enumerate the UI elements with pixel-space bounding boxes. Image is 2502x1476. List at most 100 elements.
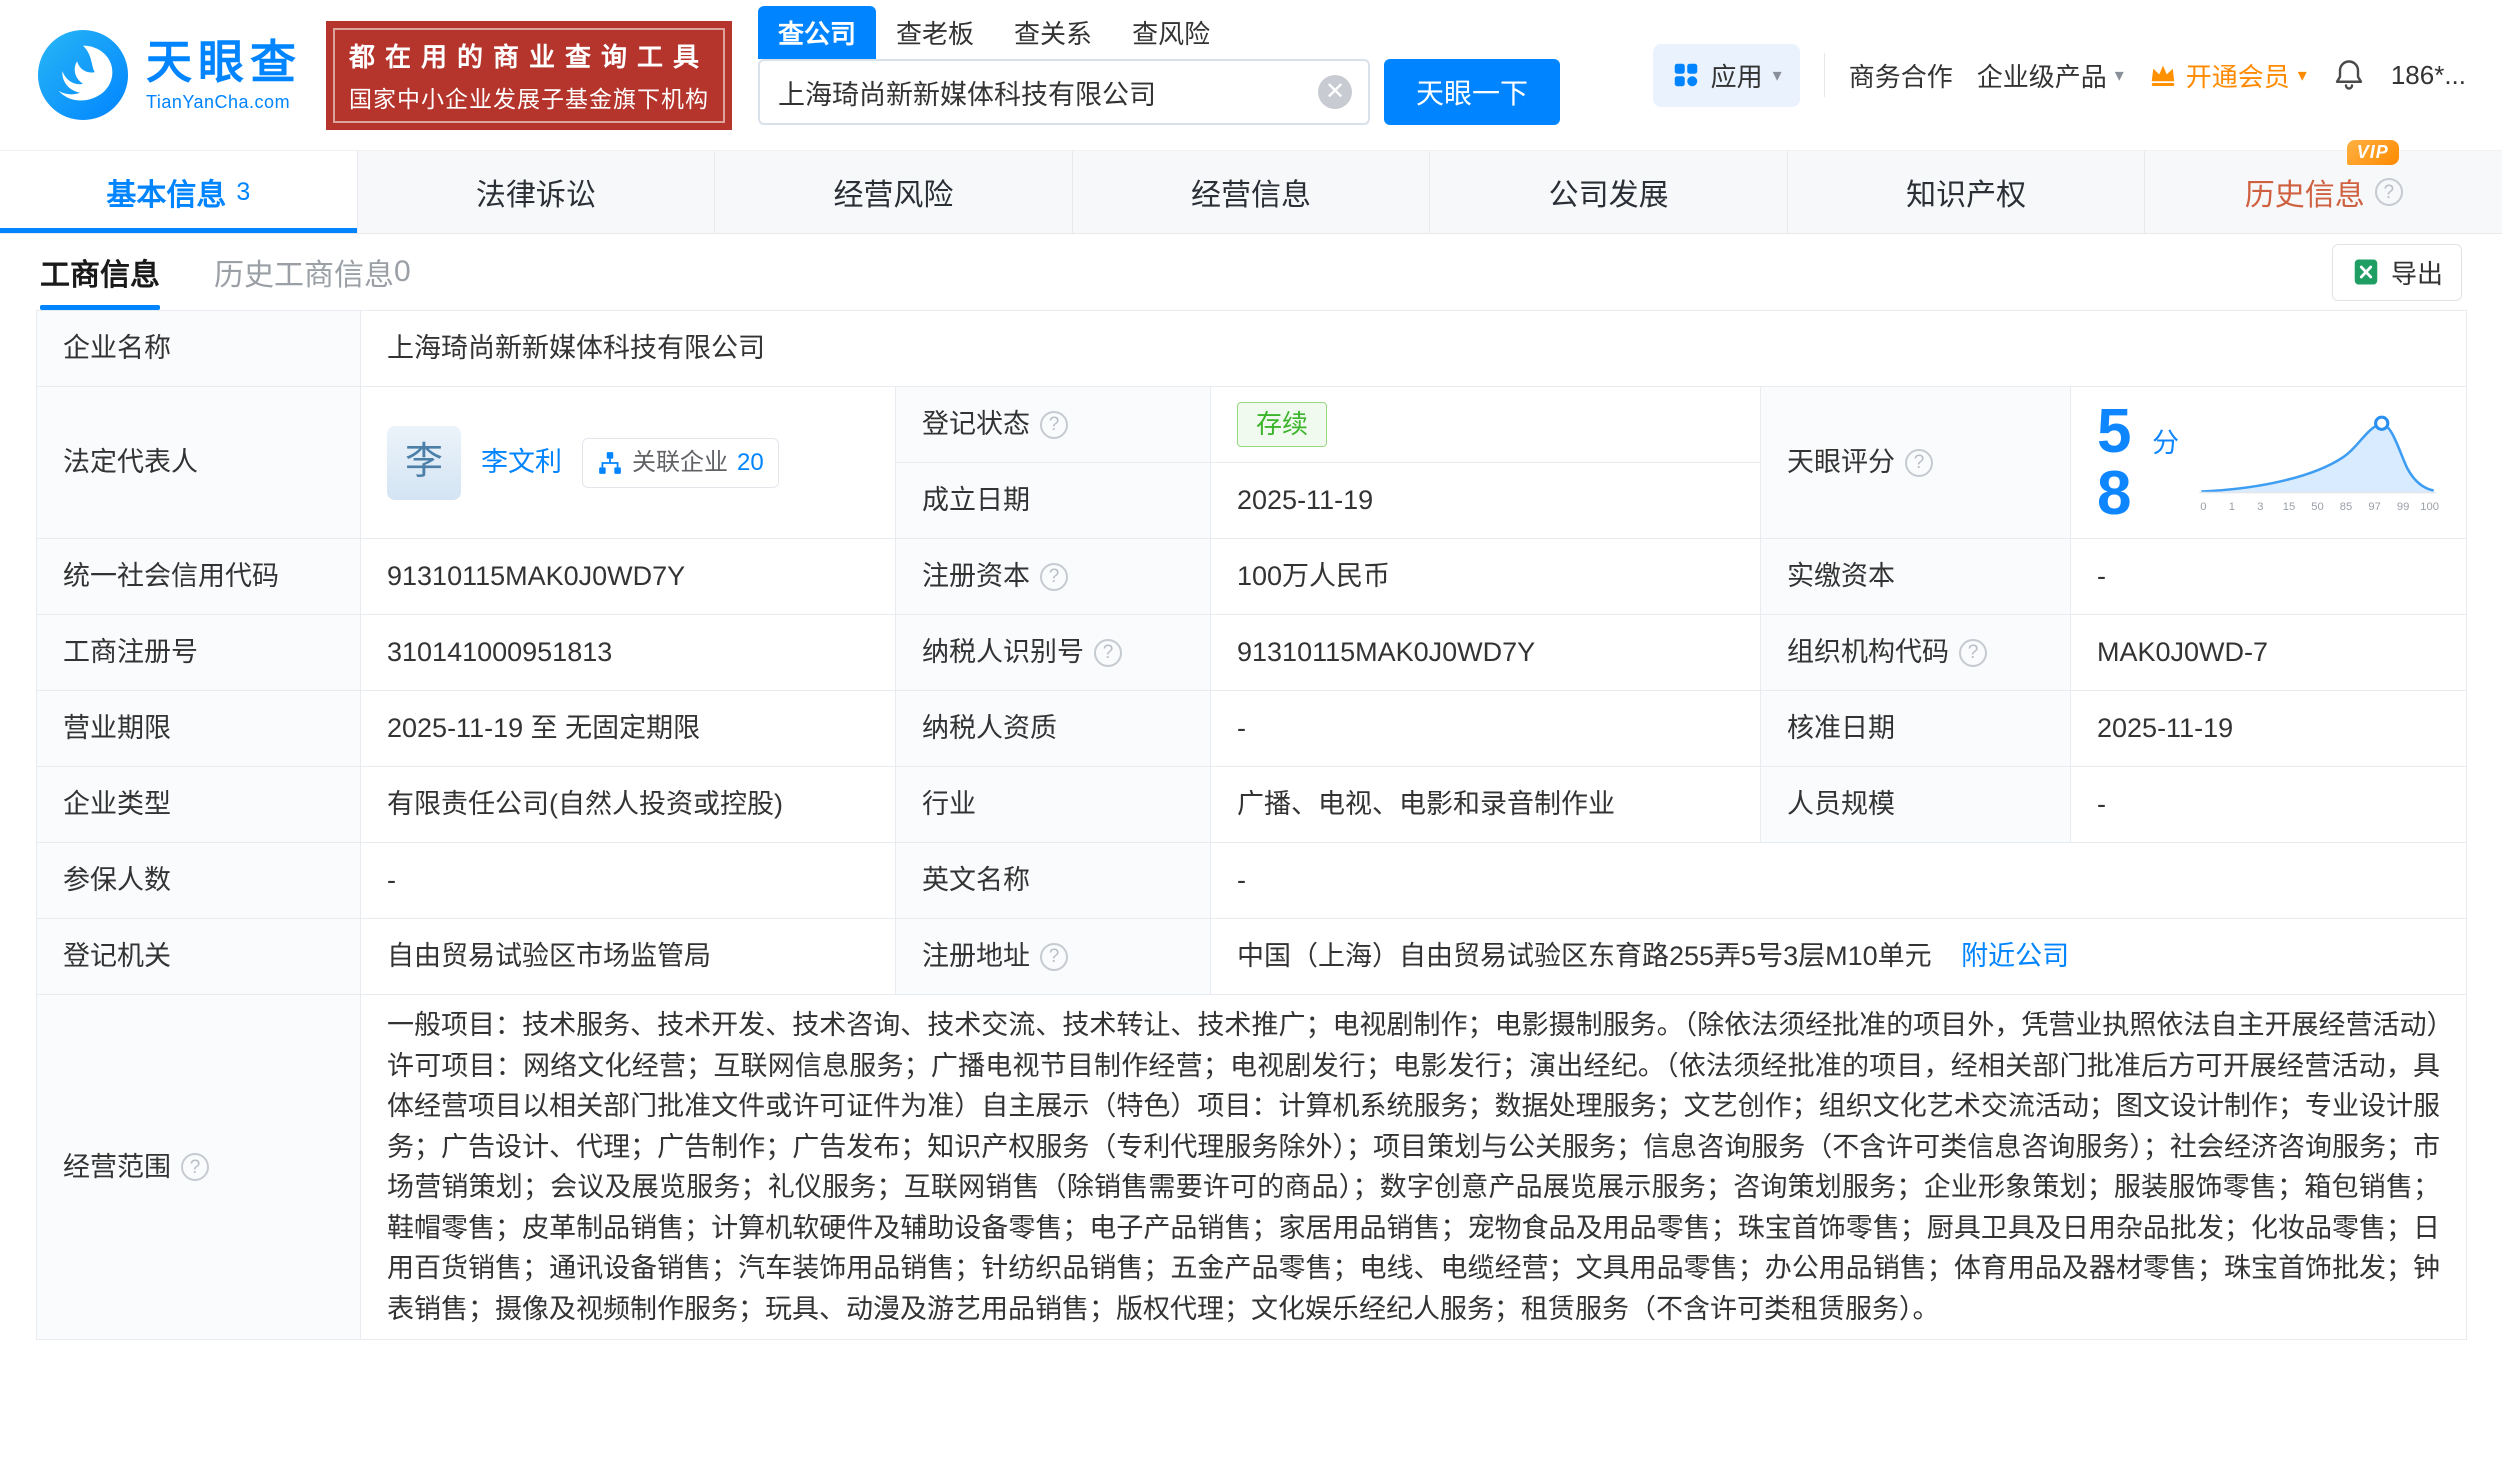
row-business-scope: 经营范围? 一般项目：技术服务、技术开发、技术咨询、技术交流、技术转让、技术推广… — [36, 994, 2468, 1340]
row-company-name: 企业名称 上海琦尚新新媒体科技有限公司 — [36, 310, 2468, 387]
legal-rep-avatar[interactable]: 李 — [387, 425, 461, 500]
subtab-label: 工商信息 — [40, 259, 160, 292]
notifications-bell-icon[interactable] — [2331, 57, 2367, 93]
company-name-label: 企业名称 — [36, 310, 361, 387]
tab-operation-risk[interactable]: 经营风险 — [715, 151, 1073, 233]
excel-icon — [2354, 259, 2378, 285]
row-credit-code: 统一社会信用代码 91310115MAK0J0WD7Y 注册资本? 100万人民… — [36, 538, 2468, 615]
company-name-value: 上海琦尚新新媒体科技有限公司 — [359, 310, 2468, 387]
help-icon[interactable]: ? — [1905, 448, 1933, 477]
business-term-value: 2025-11-19 至 无固定期限 — [360, 690, 896, 767]
apps-label: 应用 — [1710, 61, 1763, 92]
business-cooperation-link[interactable]: 商务合作 — [1849, 57, 1953, 94]
reg-status-label: 登记状态? — [895, 386, 1211, 463]
reg-capital-value: 100万人民币 — [1210, 538, 1761, 615]
taxpayer-quality-value: - — [1210, 690, 1761, 767]
score-axis-labels: 0 1 3 15 50 85 97 99 100 — [2200, 500, 2439, 512]
score-unit: 分 — [2152, 427, 2180, 458]
staff-size-label: 人员规模 — [1760, 766, 2071, 843]
vip-badge: VIP — [2346, 140, 2399, 165]
score-cell: 58 分 0 1 3 15 50 85 97 99 100 — [2069, 386, 2468, 539]
company-info-table: 企业名称 上海琦尚新新媒体科技有限公司 法定代表人 李 李文利 关联企业 20 — [36, 310, 2468, 1340]
help-icon[interactable]: ? — [2374, 178, 2403, 206]
legal-rep-label: 法定代表人 — [36, 386, 361, 539]
slogan-line2: 国家中小企业发展子基金旗下机构 — [349, 85, 709, 112]
reg-authority-value: 自由贸易试验区市场监管局 — [360, 918, 896, 995]
paid-capital-label: 实缴资本 — [1760, 538, 2071, 615]
svg-text:99: 99 — [2397, 500, 2409, 512]
taxpayer-id-label: 纳税人识别号? — [895, 614, 1211, 691]
insured-label: 参保人数 — [36, 842, 361, 919]
export-button[interactable]: 导出 — [2331, 243, 2462, 301]
divider — [1823, 53, 1825, 97]
address-text: 中国（上海）自由贸易试验区东育路255弄5号3层M10单元 — [1237, 941, 1932, 972]
paid-capital-value: - — [2069, 538, 2468, 615]
english-name-label: 英文名称 — [895, 842, 1211, 919]
tab-basic-info-label: 基本信息 — [106, 179, 227, 212]
enterprise-product-label: 企业级产品 — [1976, 61, 2107, 92]
subtab-business-registration[interactable]: 工商信息 — [40, 234, 160, 310]
taxpayer-id-value: 91310115MAK0J0WD7Y — [1210, 614, 1761, 691]
reg-capital-label: 注册资本? — [895, 538, 1211, 615]
reg-status-value: 存续 — [1210, 386, 1761, 463]
company-section-tabs: 基本信息 3 法律诉讼 经营风险 经营信息 公司发展 知识产权 历史信息 VIP… — [0, 140, 2502, 234]
enterprise-product-menu[interactable]: 企业级产品 ▾ — [1977, 57, 2124, 94]
account-menu[interactable]: 186*... — [2391, 60, 2466, 91]
business-scope-value: 一般项目：技术服务、技术开发、技术咨询、技术交流、技术转让、技术推广；电视剧制作… — [359, 994, 2468, 1340]
help-icon[interactable]: ? — [1094, 638, 1122, 667]
tab-operation-info[interactable]: 经营信息 — [1073, 151, 1431, 233]
subsection-bar: 工商信息 历史工商信息 0 导出 — [0, 234, 2502, 310]
approval-date-value: 2025-11-19 — [2069, 690, 2468, 767]
row-insured: 参保人数 - 英文名称 - — [36, 842, 2468, 919]
related-companies-tag[interactable]: 关联企业 20 — [582, 437, 779, 488]
tab-label: 公司发展 — [1548, 179, 1669, 212]
row-reg-number: 工商注册号 310141000951813 纳税人识别号? 91310115MA… — [36, 614, 2468, 691]
row-legal-rep-status: 法定代表人 李 李文利 关联企业 20 登记状态? 存续 天眼评分? 58 分 … — [36, 386, 2468, 539]
tab-legal-litigation[interactable]: 法律诉讼 — [358, 151, 716, 233]
legal-rep-name-link[interactable]: 李文利 — [481, 442, 562, 483]
credit-code-value: 91310115MAK0J0WD7Y — [360, 538, 896, 615]
search-tab-risk[interactable]: 查风险 — [1112, 6, 1230, 59]
tab-company-development[interactable]: 公司发展 — [1430, 151, 1788, 233]
subtab-label: 历史工商信息 — [214, 259, 394, 292]
company-type-value: 有限责任公司(自然人投资或控股) — [360, 766, 896, 843]
help-icon[interactable]: ? — [1040, 410, 1068, 439]
tab-intellectual-property[interactable]: 知识产权 — [1788, 151, 2146, 233]
vip-upgrade-menu[interactable]: 开通会员 ▾ — [2148, 57, 2307, 94]
search-area: 查公司 查老板 查关系 查风险 ✕ 天眼一下 — [758, 6, 1561, 125]
help-icon[interactable]: ? — [1040, 942, 1068, 971]
export-label: 导出 — [2390, 258, 2443, 289]
search-tab-relations[interactable]: 查关系 — [994, 6, 1112, 59]
nearby-companies-link[interactable]: 附近公司 — [1961, 941, 2069, 971]
search-button[interactable]: 天眼一下 — [1384, 59, 1561, 125]
insured-value: - — [360, 842, 896, 919]
svg-text:85: 85 — [2340, 500, 2352, 512]
caret-down-icon: ▾ — [2297, 64, 2307, 85]
score-label: 天眼评分? — [1760, 386, 2071, 539]
industry-label: 行业 — [895, 766, 1211, 843]
address-value: 中国（上海）自由贸易试验区东育路255弄5号3层M10单元 附近公司 — [1209, 918, 2468, 995]
vip-label: 开通会员 — [2185, 61, 2290, 92]
apps-grid-icon — [1674, 63, 1697, 87]
clear-search-icon[interactable]: ✕ — [1318, 75, 1353, 109]
company-type-label: 企业类型 — [36, 766, 361, 843]
caret-down-icon: ▾ — [1772, 64, 1782, 85]
apps-menu-button[interactable]: 应用 ▾ — [1652, 43, 1800, 107]
org-chart-icon — [599, 451, 621, 474]
search-tab-company[interactable]: 查公司 — [758, 6, 877, 59]
subtab-history-registration[interactable]: 历史工商信息 0 — [214, 234, 411, 310]
help-icon[interactable]: ? — [1959, 638, 1987, 667]
search-tab-boss[interactable]: 查老板 — [876, 6, 994, 59]
help-icon[interactable]: ? — [181, 1153, 209, 1181]
help-icon[interactable]: ? — [1040, 562, 1068, 591]
tab-basic-info[interactable]: 基本信息 3 — [0, 151, 358, 233]
search-input[interactable] — [778, 76, 1319, 108]
crown-icon — [2151, 65, 2175, 86]
tab-history-info[interactable]: 历史信息 VIP ? — [2145, 140, 2502, 233]
top-header: 天眼查 TianYanCha.com 都在用的商业查询工具 国家中小企业发展子基… — [0, 0, 2502, 150]
search-box: ✕ — [758, 59, 1371, 125]
svg-text:100: 100 — [2420, 500, 2439, 512]
tianyancha-logo[interactable]: 天眼查 TianYanCha.com — [36, 28, 302, 122]
tianyan-score[interactable]: 58 分 0 1 3 15 50 85 97 99 100 — [2097, 400, 2440, 525]
establish-date-value: 2025-11-19 — [1210, 462, 1761, 539]
